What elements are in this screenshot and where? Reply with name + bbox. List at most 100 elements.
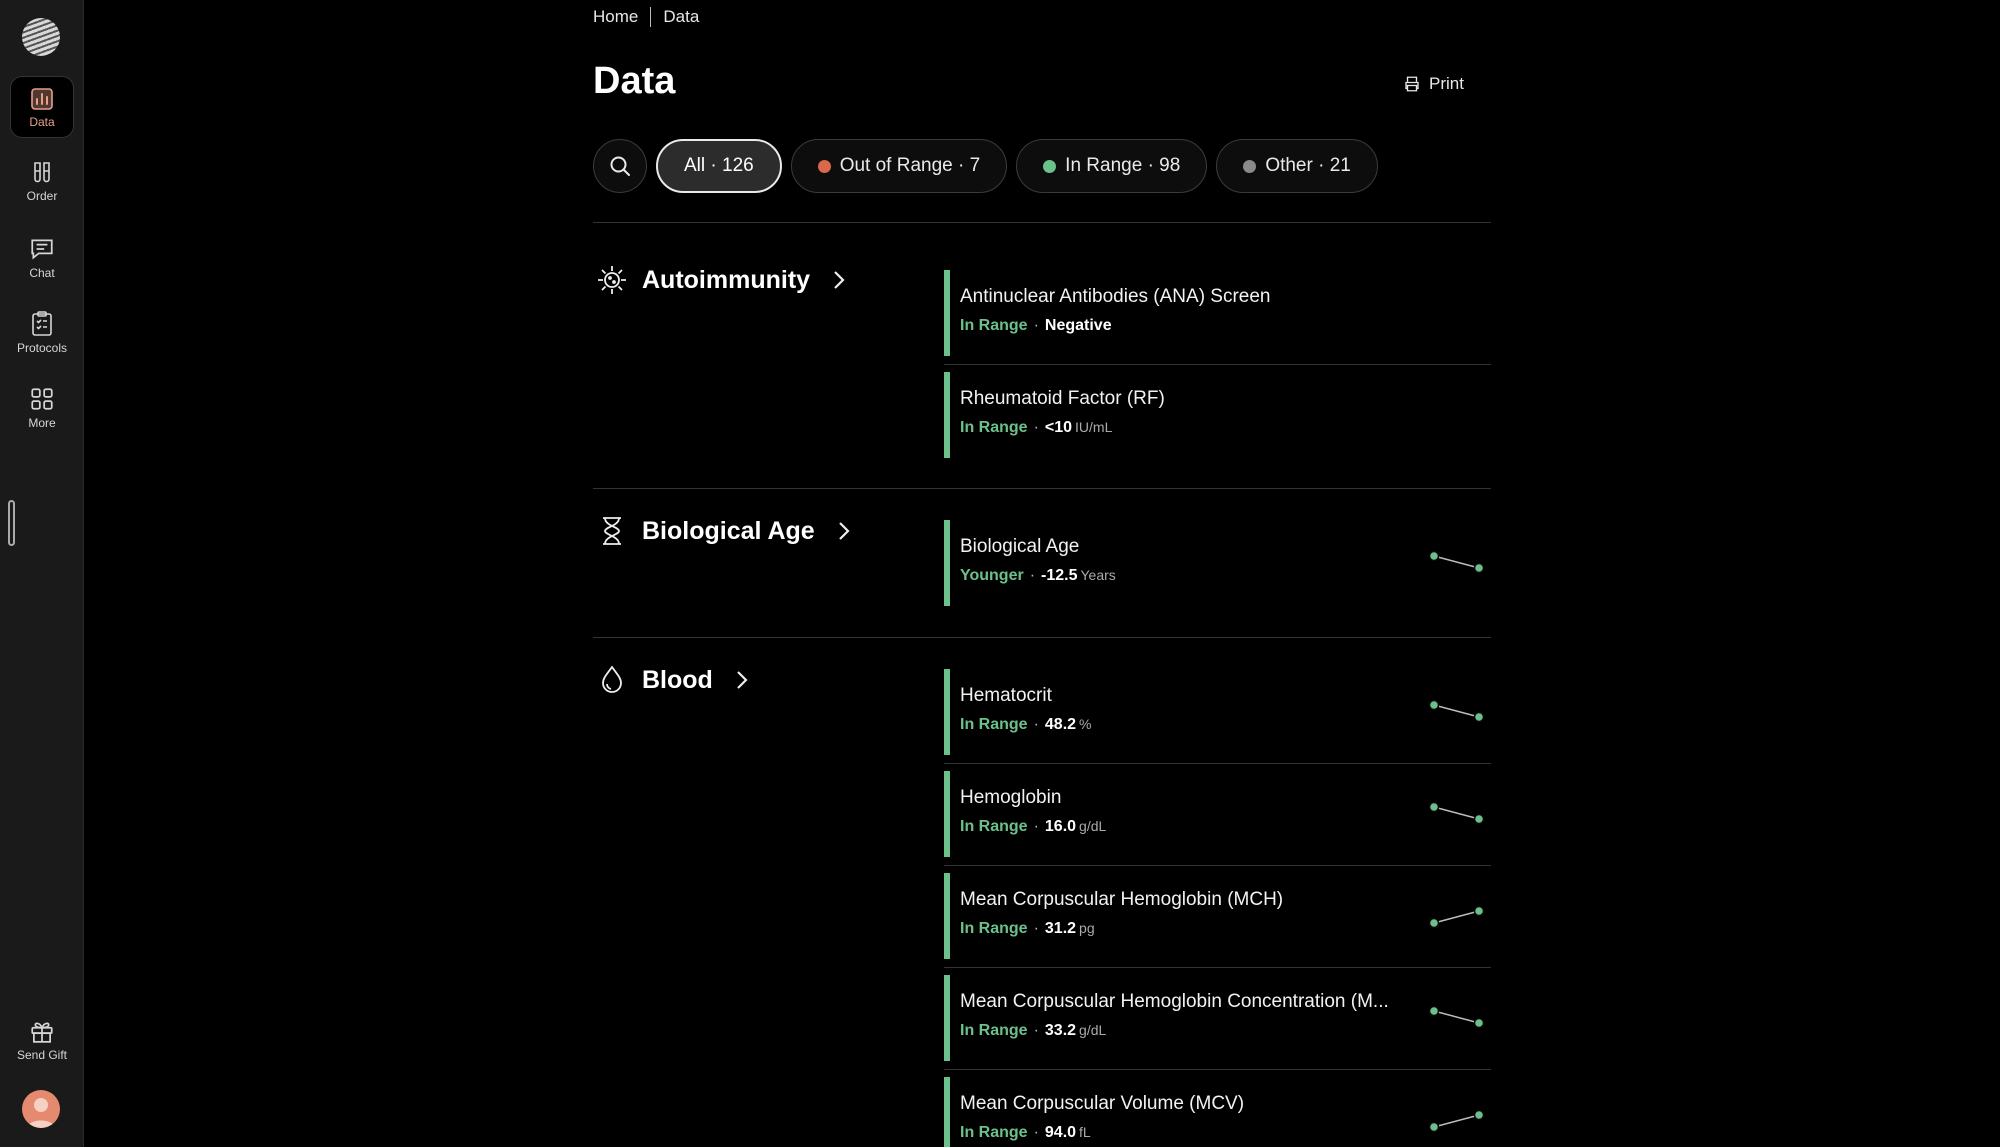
item-meta: In Range · <10 IU/mL [960, 419, 1113, 436]
item-value: Negative [1044, 317, 1112, 334]
nav-label: Send Gift [16, 1048, 68, 1062]
item-unit: pg [1079, 920, 1095, 936]
status-bar [944, 771, 950, 857]
filter-out-of-range[interactable]: Out of Range · 7 [790, 139, 1008, 193]
list-item-mcv[interactable]: Mean Corpuscular Volume (MCV) In Range · 9… [944, 1077, 1491, 1147]
item-name: Rheumatoid Factor (RF) [960, 388, 1165, 409]
category-blood[interactable]: Blood [596, 664, 749, 696]
row-divider [944, 967, 1491, 968]
item-unit: g/dL [1079, 1022, 1107, 1038]
divider [593, 637, 1491, 638]
nav-item-more[interactable]: More [10, 376, 74, 438]
nav-label: More [28, 416, 56, 430]
out-of-range-dot [817, 159, 831, 173]
category-title: Blood [642, 665, 713, 694]
print-button[interactable]: Print [1403, 74, 1464, 94]
item-value: -12.5 [1041, 567, 1078, 584]
list-item-biological-age[interactable]: Biological Age Younger · -12.5 Years [944, 520, 1491, 606]
avatar[interactable] [22, 1090, 60, 1128]
nav-item-chat[interactable]: Chat [10, 226, 74, 288]
chart-icon [31, 88, 53, 110]
filter-label: In Range · 98 [1065, 155, 1181, 176]
item-value: <10 [1044, 419, 1073, 436]
print-label: Print [1429, 74, 1464, 93]
clipboard-icon [32, 311, 52, 336]
trend-sparkline [1428, 1005, 1484, 1029]
drop-icon [602, 665, 622, 693]
chevron-right-icon [838, 522, 850, 540]
breadcrumb-separator [650, 7, 652, 27]
nav-item-send-gift[interactable]: Send Gift [10, 1008, 74, 1070]
status-bar [944, 1077, 950, 1147]
item-status: Younger [960, 567, 1024, 584]
item-value: 31.2 [1044, 920, 1077, 937]
divider [593, 488, 1491, 489]
gift-icon [31, 1022, 53, 1043]
item-name: Biological Age [960, 536, 1080, 557]
item-meta: In Range · 16.0 g/dL [960, 818, 1107, 835]
item-unit: % [1079, 716, 1092, 732]
item-value: 48.2 [1044, 716, 1077, 733]
test-tubes-icon [34, 162, 50, 183]
list-item-mchc[interactable]: Mean Corpuscular Hemoglobin Concentratio… [944, 975, 1491, 1061]
nav-label: Protocols [16, 341, 68, 355]
chevron-right-icon [834, 271, 845, 289]
filter-label: Out of Range · 7 [839, 155, 981, 176]
item-status: In Range [960, 317, 1028, 334]
category-biological-age[interactable]: Biological Age [596, 515, 851, 547]
sun-virus-icon [598, 266, 626, 294]
list-item-mch[interactable]: Mean Corpuscular Hemoglobin (MCH) In Ran… [944, 873, 1491, 959]
logo[interactable] [22, 18, 60, 56]
grid-icon [31, 388, 53, 410]
in-range-dot [1043, 159, 1057, 173]
item-status: In Range [960, 818, 1028, 835]
item-meta: In Range · 94.0 fL [960, 1124, 1091, 1141]
nav-item-protocols[interactable]: Protocols [10, 301, 74, 363]
category-autoimmunity[interactable]: Autoimmunity [596, 264, 846, 296]
search-icon [610, 156, 630, 176]
divider [593, 222, 1491, 223]
status-bar [944, 873, 950, 959]
item-name: Mean Corpuscular Volume (MCV) [960, 1093, 1245, 1114]
hourglass-icon [603, 517, 621, 545]
item-value: 94.0 [1044, 1124, 1077, 1141]
chat-icon [31, 239, 53, 260]
list-item-hemoglobin[interactable]: Hemoglobin In Range · 16.0 g/dL [944, 771, 1491, 857]
nav-item-order[interactable]: Order [10, 151, 74, 213]
nav-item-data[interactable]: Data [10, 76, 74, 138]
list-item-ana[interactable]: Antinuclear Antibodies (ANA) Screen In R… [944, 270, 1491, 356]
item-status: In Range [960, 1022, 1028, 1039]
filter-in-range[interactable]: In Range · 98 [1016, 139, 1208, 193]
search-button[interactable] [593, 139, 647, 193]
category-title: Biological Age [642, 516, 815, 545]
scroll-handle[interactable] [8, 500, 15, 546]
filter-other[interactable]: Other · 21 [1216, 139, 1378, 193]
item-name: Antinuclear Antibodies (ANA) Screen [960, 286, 1271, 307]
trend-sparkline [1428, 1109, 1484, 1133]
status-bar [944, 270, 950, 356]
item-name: Hematocrit [960, 685, 1052, 706]
item-unit: IU/mL [1075, 419, 1113, 435]
page-title: Data [593, 60, 676, 102]
row-divider [944, 763, 1491, 764]
breadcrumb: Home Data [593, 7, 699, 27]
list-item-rf[interactable]: Rheumatoid Factor (RF) In Range · <10 IU/mL [944, 372, 1491, 458]
other-dot [1243, 159, 1257, 173]
item-meta: In Range · 33.2 g/dL [960, 1022, 1107, 1039]
breadcrumb-home[interactable]: Home [593, 7, 638, 27]
status-bar [944, 520, 950, 606]
filter-label: Other · 21 [1265, 155, 1351, 176]
item-unit: g/dL [1079, 818, 1107, 834]
nav-label: Chat [29, 266, 55, 280]
filter-all[interactable]: All · 126 [656, 139, 782, 193]
list-item-hematocrit[interactable]: Hematocrit In Range · 48.2% [944, 669, 1491, 755]
filter-label: All · 126 [684, 155, 754, 176]
status-bar [944, 669, 950, 755]
item-meta: In Range · 31.2 pg [960, 920, 1095, 937]
item-name: Mean Corpuscular Hemoglobin (MCH) [960, 889, 1284, 910]
breadcrumb-current: Data [663, 7, 700, 26]
status-bar [944, 975, 950, 1061]
item-unit: Years [1080, 567, 1116, 583]
item-value: 16.0 [1044, 818, 1077, 835]
row-divider [944, 865, 1491, 866]
